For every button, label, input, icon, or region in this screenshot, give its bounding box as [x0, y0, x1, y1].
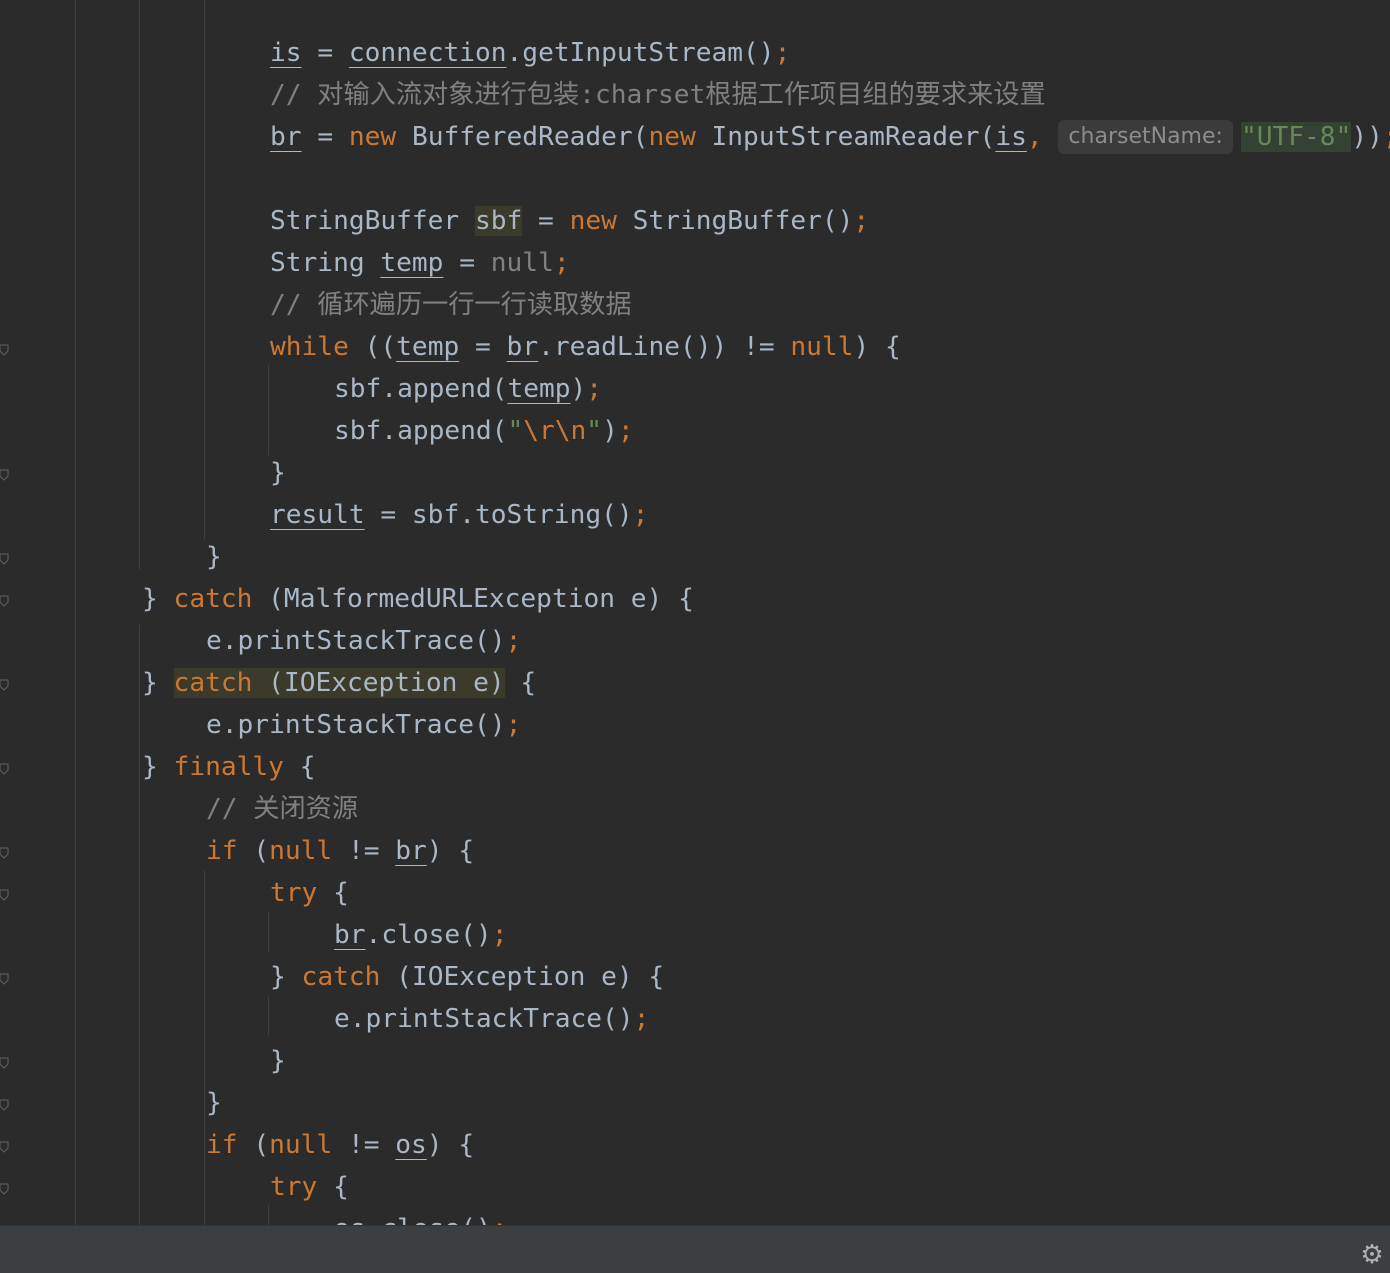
- code-editor[interactable]: is = connection.getInputStream();// 对输入流…: [0, 0, 1390, 1225]
- fold-marker-icon[interactable]: [0, 341, 10, 356]
- code-line[interactable]: } catch (IOException e) {: [142, 662, 536, 704]
- code-line[interactable]: sbf.append("\r\n");: [334, 410, 634, 452]
- indent-guide: [268, 1205, 269, 1225]
- code-line[interactable]: }: [270, 1040, 286, 1082]
- indent-guide: [268, 996, 269, 1036]
- code-line[interactable]: sbf.append(temp);: [334, 368, 602, 410]
- gear-icon[interactable]: ⚙: [1358, 1241, 1386, 1269]
- code-line[interactable]: while ((temp = br.readLine()) != null) {: [270, 326, 901, 368]
- indent-guide: [204, 870, 205, 1225]
- code-line[interactable]: br.close();: [334, 914, 507, 956]
- code-line[interactable]: // 关闭资源: [206, 788, 358, 830]
- indent-guide: [139, 625, 140, 1225]
- fold-marker-icon[interactable]: [0, 466, 10, 481]
- code-line[interactable]: }: [206, 536, 222, 578]
- fold-marker-icon[interactable]: [0, 550, 10, 565]
- code-line[interactable]: } catch (IOException e) {: [270, 956, 664, 998]
- code-line[interactable]: br = new BufferedReader(new InputStreamR…: [270, 116, 1390, 158]
- code-line[interactable]: if (null != br) {: [206, 830, 474, 872]
- code-line[interactable]: // 对输入流对象进行包装:charset根据工作项目组的要求来设置: [270, 74, 1046, 116]
- code-line[interactable]: } catch (MalformedURLException e) {: [142, 578, 694, 620]
- indent-guide: [268, 365, 269, 455]
- code-line[interactable]: e.printStackTrace();: [334, 998, 649, 1040]
- code-line[interactable]: // 循环遍历一行一行读取数据: [270, 284, 632, 326]
- code-line[interactable]: String temp = null;: [270, 242, 570, 284]
- fold-marker-icon[interactable]: [0, 592, 10, 607]
- fold-marker-icon[interactable]: [0, 676, 10, 691]
- code-line[interactable]: try {: [270, 872, 349, 914]
- fold-marker-icon[interactable]: [0, 1096, 10, 1111]
- fold-marker-icon[interactable]: [0, 760, 10, 775]
- code-line[interactable]: try {: [270, 1166, 349, 1208]
- code-line[interactable]: StringBuffer sbf = new StringBuffer();: [270, 200, 869, 242]
- fold-marker-icon[interactable]: [0, 886, 10, 901]
- indent-guide: [204, 0, 205, 540]
- code-line[interactable]: is = connection.getInputStream();: [270, 32, 790, 74]
- code-line[interactable]: result = sbf.toString();: [270, 494, 648, 536]
- code-line[interactable]: } finally {: [142, 746, 315, 788]
- code-line[interactable]: e.printStackTrace();: [206, 704, 521, 746]
- fold-marker-icon[interactable]: [0, 1180, 10, 1195]
- fold-marker-icon[interactable]: [0, 844, 10, 859]
- code-line[interactable]: }: [270, 452, 286, 494]
- code-line[interactable]: }: [206, 1082, 222, 1124]
- code-line[interactable]: if (null != os) {: [206, 1124, 474, 1166]
- code-line[interactable]: os.close();: [334, 1208, 507, 1225]
- code-line[interactable]: e.printStackTrace();: [206, 620, 521, 662]
- fold-marker-icon[interactable]: [0, 1138, 10, 1153]
- indent-guide: [268, 912, 269, 952]
- editor-gutter[interactable]: [0, 0, 12, 1225]
- indent-guide: [139, 0, 140, 570]
- fold-marker-icon[interactable]: [0, 1054, 10, 1069]
- status-bar: ⚙: [0, 1225, 1390, 1273]
- fold-marker-icon[interactable]: [0, 970, 10, 985]
- indent-guide: [75, 0, 76, 1225]
